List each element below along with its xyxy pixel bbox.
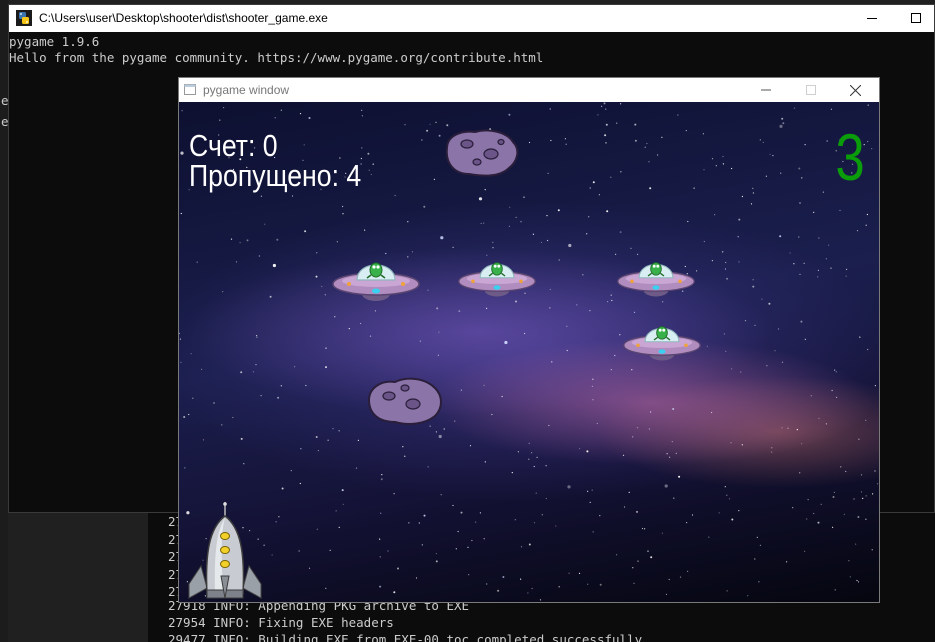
console-line: pygame 1.9.6 — [9, 34, 100, 49]
console-titlebar[interactable]: C:\Users\user\Desktop\shooter\dist\shoot… — [9, 5, 934, 32]
console-cut-text: e — [1, 93, 9, 108]
console-title: C:\Users\user\Desktop\shooter\dist\shoot… — [39, 11, 328, 25]
python-app-icon — [16, 10, 32, 26]
console-maximize-button[interactable] — [893, 5, 935, 32]
pygame-window: pygame window Счет: 0 Пропущено: 4 3 — [178, 77, 880, 603]
pygame-titlebar[interactable]: pygame window — [179, 78, 879, 102]
maximize-icon — [910, 13, 921, 23]
player-rocket[interactable] — [183, 502, 267, 602]
console-minimize-button[interactable] — [849, 5, 895, 32]
window-icon — [184, 84, 196, 95]
maximize-icon — [805, 85, 816, 95]
game-canvas[interactable]: Счет: 0 Пропущено: 4 3 — [179, 102, 879, 602]
log-line: 29477 INFO: Building EXE from EXE-00.toc… — [168, 632, 650, 642]
pygame-title: pygame window — [203, 83, 290, 97]
console-cut-text: e — [1, 114, 9, 129]
pygame-close-button[interactable] — [833, 78, 878, 102]
missed-counter: Пропущено: 4 — [189, 158, 362, 193]
asteroid — [367, 377, 442, 425]
enemy-ufo — [617, 262, 695, 297]
minimize-icon — [866, 18, 877, 19]
enemy-ufo — [332, 262, 420, 301]
enemy-ufo — [623, 326, 701, 361]
pygame-minimize-button[interactable] — [743, 78, 788, 102]
asteroid — [445, 129, 519, 177]
enemy-ufo — [458, 262, 536, 297]
close-icon — [850, 84, 861, 96]
log-line: 27954 INFO: Fixing EXE headers — [168, 615, 394, 630]
console-line: Hello from the pygame community. https:/… — [9, 50, 544, 65]
minimize-icon — [760, 89, 771, 91]
pygame-maximize-button[interactable] — [788, 78, 833, 102]
desktop: 27 27 27 27 27 27918 INFO: Appending PKG… — [0, 0, 935, 642]
lives-counter: 3 — [835, 120, 865, 194]
